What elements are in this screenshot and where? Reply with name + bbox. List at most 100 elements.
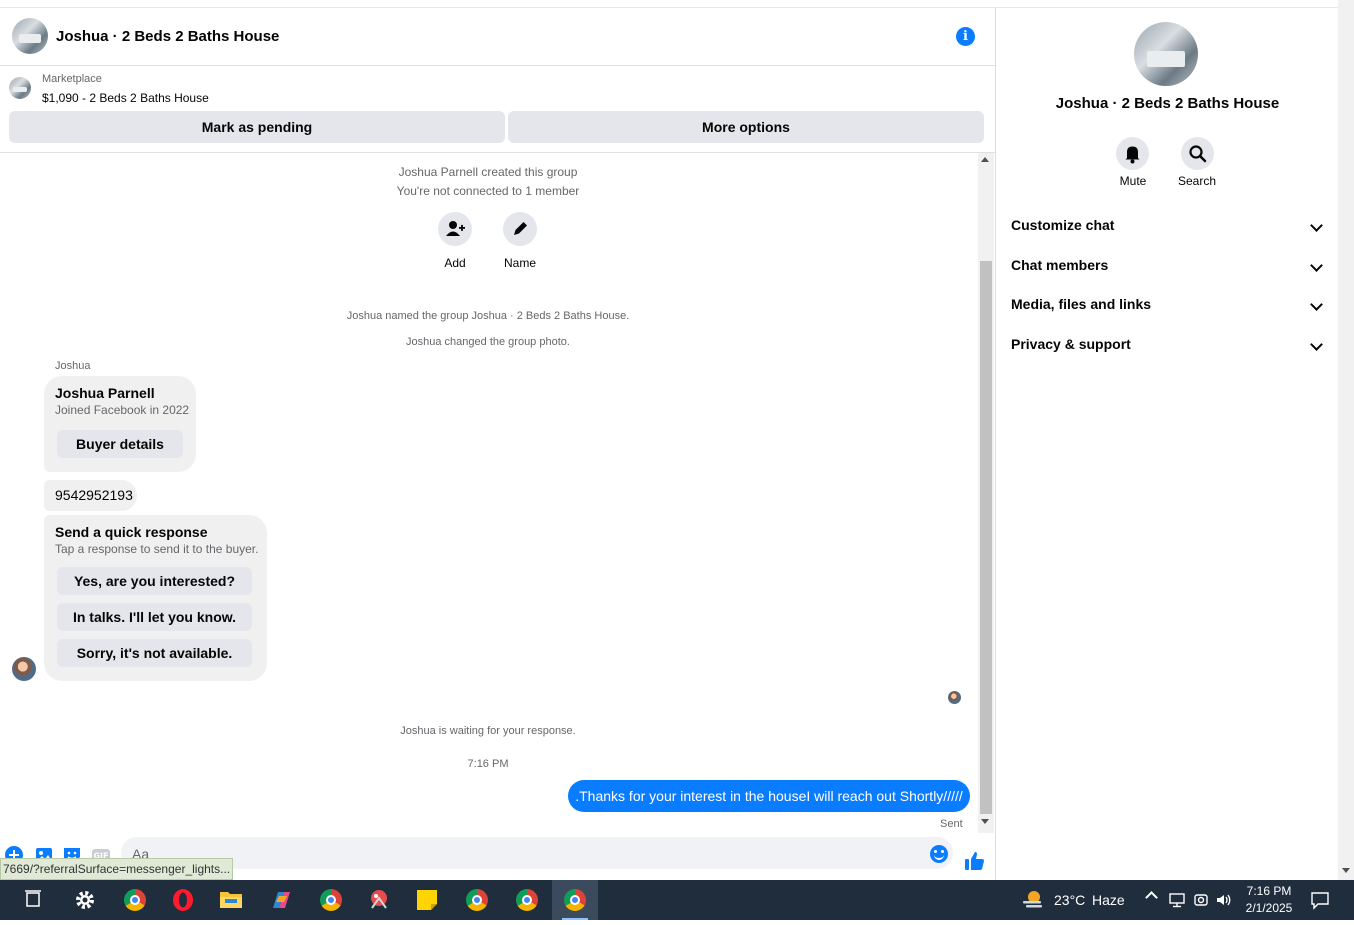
volume-icon[interactable] bbox=[1214, 891, 1232, 909]
clock-date[interactable]: 2/1/2025 bbox=[1239, 901, 1299, 915]
chrome-icon bbox=[124, 889, 146, 911]
snipping-tool-app[interactable] bbox=[356, 880, 402, 920]
chrome-work-app[interactable] bbox=[454, 880, 500, 920]
listing-price-title: $1,090 - 2 Beds 2 Baths House bbox=[42, 91, 209, 105]
opera-app[interactable] bbox=[160, 880, 206, 920]
chevron-up-icon[interactable] bbox=[1145, 891, 1158, 904]
chrome-icon bbox=[466, 889, 488, 911]
folder-icon bbox=[220, 892, 242, 908]
chevron-down-icon bbox=[1310, 338, 1323, 351]
quick-response-card: Send a quick response Tap a response to … bbox=[44, 515, 267, 681]
sender-avatar[interactable] bbox=[12, 657, 36, 681]
weather-haze-icon[interactable] bbox=[1020, 888, 1046, 912]
section-label: Chat members bbox=[1011, 257, 1109, 273]
search-button[interactable] bbox=[1181, 137, 1214, 170]
settings-app[interactable] bbox=[62, 880, 108, 920]
group-named-text: Joshua named the group Joshua · 2 Beds 2… bbox=[346, 310, 630, 322]
add-label: Add bbox=[444, 256, 466, 270]
section-privacy-support[interactable]: Privacy & support bbox=[1011, 336, 1327, 360]
weather-desc[interactable]: Haze bbox=[1092, 892, 1125, 908]
info-icon[interactable]: i bbox=[956, 27, 975, 46]
task-view-icon bbox=[25, 890, 41, 907]
add-person-icon bbox=[446, 221, 465, 236]
marketplace-label: Marketplace bbox=[42, 73, 102, 85]
sent-status: Sent bbox=[940, 818, 963, 830]
opera-icon bbox=[173, 889, 193, 911]
page-scrollbar[interactable] bbox=[1338, 0, 1354, 880]
scroll-up-arrow-icon[interactable] bbox=[981, 157, 989, 162]
quick-response-subtitle: Tap a response to send it to the buyer. bbox=[55, 542, 259, 556]
thumbs-up-icon[interactable] bbox=[964, 850, 986, 872]
network-icon[interactable] bbox=[1168, 891, 1186, 909]
chrome-icon bbox=[564, 889, 586, 911]
chrome-user-app[interactable] bbox=[504, 880, 550, 920]
chrome-icon bbox=[320, 889, 342, 911]
notification-icon[interactable] bbox=[1310, 890, 1330, 910]
task-view-button[interactable] bbox=[10, 880, 56, 920]
emoji-icon[interactable] bbox=[930, 845, 948, 863]
message-timestamp: 7:16 PM bbox=[467, 758, 509, 770]
sidebar-group-avatar[interactable] bbox=[1134, 22, 1198, 86]
waiting-text: Joshua is waiting for your response. bbox=[400, 725, 576, 737]
section-chat-members[interactable]: Chat members bbox=[1011, 257, 1327, 281]
section-label: Privacy & support bbox=[1011, 336, 1131, 352]
quick-response-option[interactable]: Sorry, it's not available. bbox=[57, 639, 252, 667]
scroll-thumb[interactable] bbox=[980, 261, 992, 814]
quick-response-option[interactable]: Yes, are you interested? bbox=[57, 567, 252, 595]
buyer-details-button[interactable]: Buyer details bbox=[57, 430, 183, 458]
group-avatar[interactable] bbox=[12, 18, 48, 54]
mark-pending-button[interactable]: Mark as pending bbox=[9, 111, 505, 143]
snipping-icon bbox=[371, 890, 387, 909]
section-label: Media, files and links bbox=[1011, 296, 1152, 312]
quick-response-option[interactable]: In talks. I'll let you know. bbox=[57, 603, 252, 631]
listing-thumbnail bbox=[9, 77, 31, 99]
mute-button[interactable] bbox=[1116, 137, 1149, 170]
page-scroll-down-arrow-icon[interactable] bbox=[1342, 868, 1350, 873]
photo-changed-text: Joshua changed the group photo. bbox=[406, 336, 570, 348]
chevron-down-icon bbox=[1310, 219, 1323, 232]
message-thread: Joshua Parnell created this group You're… bbox=[0, 153, 976, 833]
thread-scrollbar[interactable] bbox=[978, 153, 994, 833]
chat-title[interactable]: Joshua · 2 Beds 2 Baths House bbox=[56, 28, 279, 45]
message-input[interactable]: Aa bbox=[121, 837, 953, 869]
phone-message[interactable]: 9542952193 bbox=[44, 480, 137, 511]
buyer-profile-card: Joshua Parnell Joined Facebook in 2022 B… bbox=[44, 376, 196, 472]
mute-label: Mute bbox=[1119, 174, 1147, 188]
section-customize-chat[interactable]: Customize chat bbox=[1011, 217, 1327, 241]
sticky-notes-icon bbox=[417, 890, 437, 910]
chat-header: Joshua · 2 Beds 2 Baths House i bbox=[0, 8, 995, 66]
clock-time[interactable]: 7:16 PM bbox=[1239, 884, 1299, 898]
chat-main: Joshua · 2 Beds 2 Baths House i Marketpl… bbox=[0, 8, 996, 880]
my-message-bubble[interactable]: .Thanks for your interest in the houseI … bbox=[568, 780, 970, 812]
section-label: Customize chat bbox=[1011, 217, 1115, 233]
file-explorer-app[interactable] bbox=[208, 880, 254, 920]
chrome-app[interactable] bbox=[112, 880, 158, 920]
sticky-notes-app[interactable] bbox=[404, 880, 450, 920]
marketplace-listing[interactable]: Marketplace $1,090 - 2 Beds 2 Baths Hous… bbox=[0, 67, 995, 117]
scroll-down-arrow-icon[interactable] bbox=[981, 819, 989, 824]
chevron-down-icon bbox=[1310, 259, 1323, 272]
buyer-name: Joshua Parnell bbox=[55, 385, 155, 401]
camera-icon[interactable] bbox=[1192, 891, 1210, 909]
search-icon bbox=[1189, 145, 1207, 163]
weather-temp[interactable]: 23°C bbox=[1054, 892, 1085, 908]
chrome-active-app[interactable] bbox=[552, 880, 598, 920]
chrome-profile-app[interactable] bbox=[308, 880, 354, 920]
sender-name: Joshua bbox=[55, 360, 91, 372]
pencil-icon bbox=[514, 222, 527, 235]
more-options-button[interactable]: More options bbox=[508, 111, 984, 143]
quick-response-title: Send a quick response bbox=[55, 524, 208, 540]
add-member-button[interactable] bbox=[438, 212, 472, 246]
section-media-files-links[interactable]: Media, files and links bbox=[1011, 296, 1327, 320]
copilot-icon bbox=[273, 892, 290, 908]
read-receipt-avatar bbox=[948, 691, 961, 704]
name-group-button[interactable] bbox=[503, 212, 537, 246]
status-url: 7669/?referralSurface=messenger_lights..… bbox=[0, 858, 233, 880]
sidebar-title: Joshua · 2 Beds 2 Baths House bbox=[1055, 95, 1280, 112]
buyer-joined: Joined Facebook in 2022 bbox=[55, 403, 190, 417]
chevron-down-icon bbox=[1310, 298, 1323, 311]
windows-taskbar: 23°C Haze 7:16 PM 2/1/2025 bbox=[0, 880, 1354, 920]
copilot-app[interactable] bbox=[258, 880, 304, 920]
group-created-text: Joshua Parnell created this group bbox=[398, 165, 578, 179]
not-connected-text: You're not connected to 1 member bbox=[396, 184, 580, 198]
